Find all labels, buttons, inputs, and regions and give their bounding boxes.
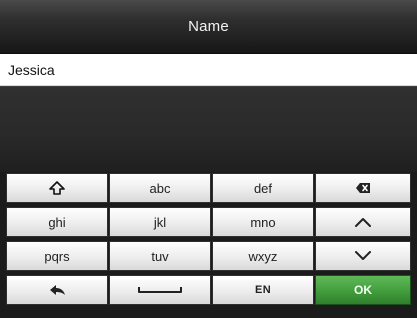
- key-mno[interactable]: mno: [212, 207, 314, 237]
- key-pqrs[interactable]: pqrs: [6, 241, 108, 271]
- on-screen-keyboard: abc def ghi jkl mno pqrs tuv wxyz EN OK: [6, 173, 411, 313]
- key-jkl[interactable]: jkl: [109, 207, 211, 237]
- key-def[interactable]: def: [212, 173, 314, 203]
- title-bar: Name: [0, 0, 417, 54]
- chevron-down-icon: [354, 250, 372, 262]
- shift-up-arrow-icon: [49, 181, 65, 195]
- key-abc[interactable]: abc: [109, 173, 211, 203]
- name-input-value: Jessica: [8, 62, 55, 78]
- key-ghi[interactable]: ghi: [6, 207, 108, 237]
- page-title: Name: [188, 18, 229, 35]
- shift-key[interactable]: [6, 173, 108, 203]
- up-key[interactable]: [315, 207, 411, 237]
- backspace-icon: [354, 181, 372, 195]
- back-key[interactable]: [6, 275, 108, 305]
- key-tuv[interactable]: tuv: [109, 241, 211, 271]
- chevron-up-icon: [354, 216, 372, 228]
- key-wxyz[interactable]: wxyz: [212, 241, 314, 271]
- screen: Name Jessica abc def ghi jkl mno pqrs tu…: [0, 0, 417, 318]
- ok-button[interactable]: OK: [315, 275, 411, 305]
- language-key[interactable]: EN: [212, 275, 314, 305]
- down-key[interactable]: [315, 241, 411, 271]
- backspace-key[interactable]: [315, 173, 411, 203]
- name-input-field[interactable]: Jessica: [0, 54, 417, 86]
- space-key[interactable]: [109, 275, 211, 305]
- back-arrow-icon: [47, 283, 67, 297]
- candidate-area: [0, 86, 417, 172]
- space-bar-icon: [137, 285, 183, 295]
